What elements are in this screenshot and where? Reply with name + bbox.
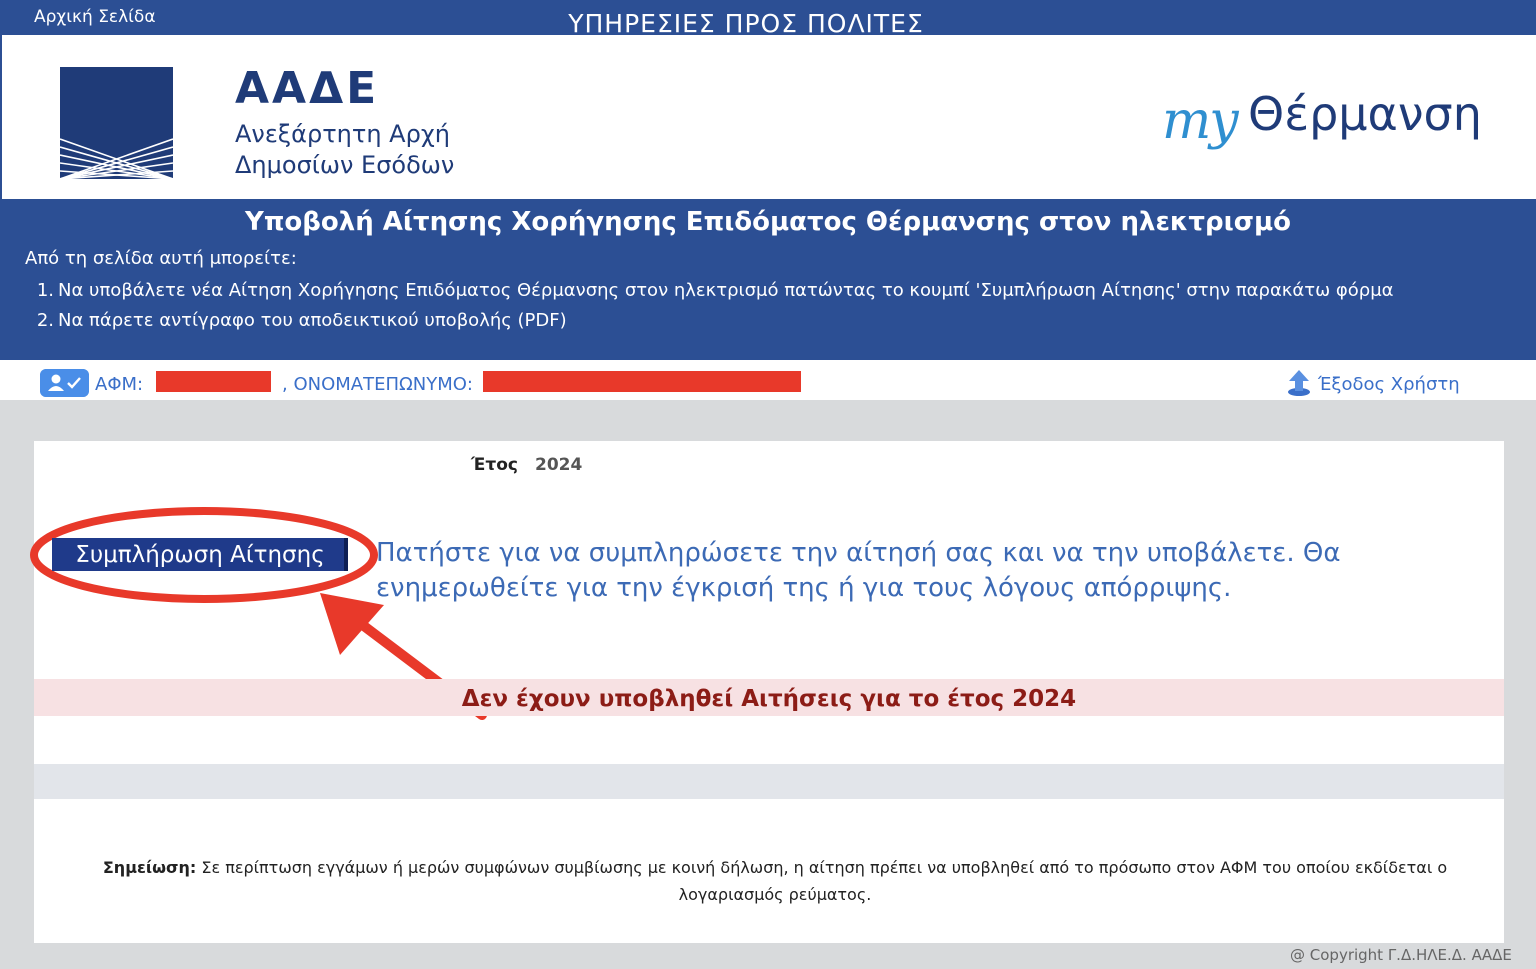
org-full-name-line1: Ανεξάρτητη Αρχή <box>235 120 450 148</box>
fullname-label: , ΟΝΟΜΑΤΕΠΩΝΥΜΟ: <box>282 374 473 395</box>
copyright: @ Copyright Γ.Δ.ΗΛΕ.Δ. ΑΑΔΕ <box>1290 946 1512 964</box>
services-title: ΥΠΗΡΕΣΙΕΣ ΠΡΟΣ ΠΟΛΙΤΕΣ <box>568 9 924 35</box>
afm-redaction <box>156 371 271 392</box>
brand-name: Θέρμανση <box>1248 87 1482 141</box>
mythermansi-logo: my Θέρμανση <box>1162 83 1482 173</box>
logout-arrow-icon <box>1288 370 1310 396</box>
logout-label: Έξοδος Χρήστη <box>1318 374 1460 395</box>
no-applications-message: Δεν έχουν υποβληθεί Αιτήσεις για το έτος… <box>34 679 1504 716</box>
top-navigation-bar: Αρχική Σελίδα ΥΠΗΡΕΣΙΕΣ ΠΡΟΣ ΠΟΛΙΤΕΣ <box>0 0 1536 35</box>
year-label: Έτος <box>471 455 518 475</box>
table-separator <box>34 764 1504 799</box>
list-item: 1. Να υποβάλετε νέα Αίτηση Χορήγησης Επιδ… <box>36 280 1394 301</box>
note-label: Σημείωση: <box>102 858 197 877</box>
info-panel: Υποβολή Αίτησης Χορήγησης Επιδόματος Θέρ… <box>0 199 1536 360</box>
panel-intro: Από τη σελίδα αυτή μπορείτε: <box>25 248 297 269</box>
instructions-list: 1. Να υποβάλετε νέα Αίτηση Χορήγησης Επιδ… <box>25 276 1394 336</box>
user-info-bar: ΑΦΜ: , ΟΝΟΜΑΤΕΠΩΝΥΜΟ: Έξοδος Χρήστη <box>0 360 1536 400</box>
brand-my: my <box>1162 91 1239 151</box>
site-header: ΑΑΔΕ Ανεξάρτητη Αρχή Δημοσίων Εσόδων my … <box>0 35 1536 199</box>
logout-link[interactable]: Έξοδος Χρήστη <box>1287 368 1467 396</box>
fill-application-button[interactable]: Συμπλήρωση Αίτησης <box>52 538 348 571</box>
aade-logo-icon <box>60 67 173 179</box>
user-check-icon <box>40 369 89 397</box>
afm-label: ΑΦΜ: <box>95 374 144 395</box>
page-title: Υποβολή Αίτησης Χορήγησης Επιδόματος Θέρ… <box>245 207 1291 237</box>
org-full-name-line2: Δημοσίων Εσόδων <box>235 151 455 179</box>
fill-button-help: Πατήστε για να συμπληρώσετε την αίτησή σ… <box>376 538 1341 603</box>
list-item: 2. Να πάρετε αντίγραφο του αποδεικτικού υ… <box>36 310 567 331</box>
org-short-name: ΑΑΔΕ <box>235 63 380 114</box>
fullname-redaction <box>483 371 801 392</box>
no-applications-text: Δεν έχουν υποβληθεί Αιτήσεις για το έτος… <box>461 686 1077 712</box>
note-text: Σε περίπτωση εγγάμων ή μερών συμφώνων συ… <box>196 858 1448 904</box>
application-card: Έτος 2024 Συμπλήρωση Αίτησης Πατήστε για… <box>30 441 1504 943</box>
year-value: 2024 <box>535 455 583 475</box>
org-full-name: Ανεξάρτητη Αρχή Δημοσίων Εσόδων <box>235 119 555 181</box>
note: Σημείωση: Σε περίπτωση εγγάμων ή μερών σ… <box>70 854 1480 908</box>
